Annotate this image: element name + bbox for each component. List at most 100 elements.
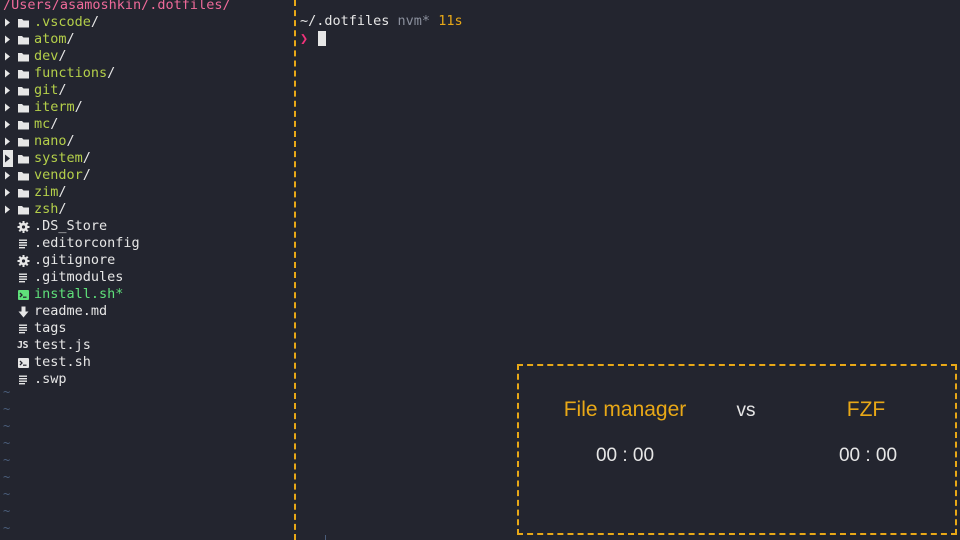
expand-caret-icon[interactable] [3,82,13,99]
empty-line-markers: ~ ~ ~ ~ ~ ~ ~ ~ ~ [3,384,13,537]
expand-caret-icon[interactable] [3,65,13,82]
expand-caret-icon[interactable] [3,167,13,184]
folder-suffix: / [66,133,75,149]
tree-item-name: .gitignore [34,252,115,269]
left-timer: 00 : 00 [595,445,655,466]
tree-item-name: test.js [34,337,91,354]
right-timer: 00 : 00 [838,445,898,466]
folder-icon [17,99,31,116]
tree-item-name: tags [34,320,67,337]
folder-row[interactable]: dev/ [0,48,294,65]
tree-item-name: zsh/ [34,201,67,218]
folder-row[interactable]: functions/ [0,65,294,82]
folder-suffix: / [82,167,91,183]
file-row[interactable]: readme.md [0,303,294,320]
tree-item-name: .gitmodules [34,269,123,286]
expand-caret-icon[interactable] [3,133,13,150]
folder-suffix: / [90,14,100,30]
tree-item-label: .DS_Store [34,218,108,234]
tree-item-label: zsh [34,201,59,217]
file-row[interactable]: .DS_Store [0,218,294,235]
folder-row[interactable]: git/ [0,82,294,99]
tree-item-label: readme.md [34,303,108,319]
folder-icon [17,167,31,184]
tree-item-label: git [34,82,59,98]
folder-row[interactable]: vendor/ [0,167,294,184]
tree-item-label: .gitmodules [34,269,124,285]
tree-item-name: git/ [34,82,67,99]
pane-divider [294,0,296,540]
folder-suffix: / [50,116,59,132]
tree-root-path: /Users/asamoshkin/.dotfiles/ [3,0,231,13]
expand-caret-icon[interactable] [3,201,13,218]
tree-item-label: dev [34,48,59,64]
folder-suffix: / [58,82,67,98]
expand-caret-icon[interactable] [3,116,13,133]
folder-row[interactable]: mc/ [0,116,294,133]
file-row[interactable]: tags [0,320,294,337]
file-row[interactable]: install.sh* [0,286,294,303]
empty-line-tilde: ~ [3,436,11,450]
expand-caret-icon[interactable] [3,184,13,201]
folder-suffix: / [58,48,67,64]
file-row[interactable]: .gitmodules [0,269,294,286]
left-contestant-title: File manager [563,398,687,421]
folder-row[interactable]: iterm/ [0,99,294,116]
empty-line-tilde: ~ [3,453,11,467]
prompt-info-line: ~/.dotfiles nvm* 11s [300,12,463,30]
folder-row[interactable]: atom/ [0,31,294,48]
empty-line-tilde: ~ [3,419,11,433]
tree-item-label: .swp [34,371,67,387]
file-tree-pane[interactable]: /Users/asamoshkin/.dotfiles/ .vscode/ato… [0,0,294,540]
text-lines-icon [17,320,31,337]
folder-suffix: / [66,31,75,47]
gear-icon [17,218,31,235]
gear-icon [17,252,31,269]
tree-item-name: mc/ [34,116,58,133]
folder-icon [17,201,31,218]
file-row[interactable]: .editorconfig [0,235,294,252]
folder-row[interactable]: zim/ [0,184,294,201]
file-tree-list: .vscode/atom/dev/functions/git/iterm/mc/… [0,14,294,388]
folder-row[interactable]: zsh/ [0,201,294,218]
prompt-cwd: ~/.dotfiles [300,13,390,29]
expand-caret-icon[interactable] [3,31,13,48]
text-lines-icon [17,235,31,252]
tree-item-label: .gitignore [34,252,116,268]
prompt-duration: 11s [438,13,463,29]
expand-caret-icon[interactable] [3,14,13,31]
tree-item-label: .vscode [34,14,91,30]
empty-line-tilde: ~ [3,521,11,535]
tree-item-label: mc [34,116,51,132]
screen: /Users/asamoshkin/.dotfiles/ .vscode/ato… [0,0,960,540]
folder-icon [17,65,31,82]
file-row[interactable]: test.sh [0,354,294,371]
tree-item-label: atom [34,31,67,47]
status-tick [325,535,326,540]
js-icon: JS [17,340,29,351]
file-row[interactable]: .gitignore [0,252,294,269]
folder-suffix: / [58,201,67,217]
expand-caret-icon[interactable] [3,150,13,167]
file-row[interactable]: JS test.js [0,337,294,354]
expand-caret-icon[interactable] [3,48,13,65]
folder-icon [17,184,31,201]
folder-icon [17,150,31,167]
folder-row[interactable]: .vscode/ [0,14,294,31]
file-row[interactable]: .swp [0,371,294,388]
down-arrow-icon [17,303,31,320]
folder-row[interactable]: nano/ [0,133,294,150]
text-lines-icon [17,371,31,388]
tree-item-label: tags [34,320,67,336]
empty-line-tilde: ~ [3,504,11,518]
comparison-scoreboard: File manager vs FZF 00 : 00 00 : 00 [517,364,957,535]
folder-row[interactable]: system/ [0,150,294,167]
expand-caret-icon[interactable] [3,99,13,116]
tree-item-name: install.sh* [34,286,123,303]
tree-item-label: vendor [34,167,83,183]
tree-item-label: functions [34,65,108,81]
right-contestant-title: FZF [846,398,886,421]
tree-item-label: zim [34,184,59,200]
folder-icon [17,116,31,133]
tree-item-name: dev/ [34,48,67,65]
